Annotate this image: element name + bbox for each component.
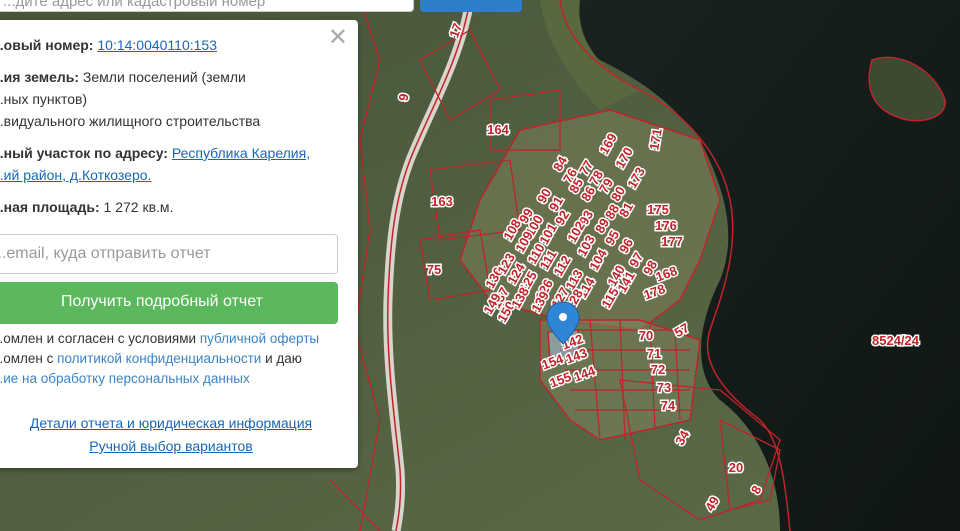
category-row: ...ия земель: Земли поселений (земли [0, 66, 332, 88]
map-pin-dot [559, 313, 567, 321]
search-button[interactable] [420, 0, 522, 12]
parcel-label: 176 [655, 218, 677, 233]
parcel-label: 74 [661, 398, 676, 413]
parcel-label: 73 [657, 380, 671, 395]
parcel-label: 20 [729, 460, 743, 475]
email-field[interactable]: ...email, куда отправить отчет [0, 234, 338, 274]
parcel-label: 75 [427, 262, 441, 277]
category-value-2: ...ных пунктов) [0, 91, 88, 107]
details-link-row: Детали отчета и юридическая информация [0, 415, 350, 431]
area-label: 8524/24 [872, 333, 920, 348]
details-link[interactable]: Детали отчета и юридическая информация [30, 415, 312, 431]
terms-row-1: ...омлен и согласен с условиями публично… [0, 328, 332, 350]
category-label: ...ия земель: [0, 69, 80, 85]
terms-text-2: ...омлен с [0, 351, 54, 366]
parcel-label: 163 [431, 194, 453, 209]
address-row-2: ...ий район, д.Коткозеро. [0, 164, 332, 186]
terms-text-1: ...омлен и согласен с условиями [0, 331, 197, 346]
parcel-label: 177 [661, 234, 683, 249]
manual-selection-link[interactable]: Ручной выбор вариантов [89, 438, 253, 454]
category-row-2: ...ных пунктов) [0, 88, 332, 110]
category-value-3: ...видуального жилищного строительства [0, 113, 261, 129]
cadastral-row: ...овый номер: 10:14:0040110:153 [0, 34, 332, 56]
parcel-label: 71 [647, 346, 661, 361]
area-value: 1 272 кв.м. [103, 199, 174, 215]
parcel-label: 70 [639, 328, 653, 343]
cadastral-number-link[interactable]: 10:14:0040110:153 [97, 37, 217, 53]
info-panel: ✕ ...овый номер: 10:14:0040110:153 ...ия… [0, 20, 358, 468]
consent-link[interactable]: ...ие на обработку персональных данных [0, 371, 250, 386]
category-row-3: ...видуального жилищного строительства [0, 110, 332, 132]
area-row: ...ная площадь: 1 272 кв.м. [0, 196, 332, 218]
get-report-button[interactable]: Получить подробный отчет [0, 282, 338, 324]
address-link-2[interactable]: ...ий район, д.Коткозеро. [0, 167, 151, 183]
privacy-link[interactable]: политикой конфиденциальности [57, 351, 261, 366]
parcel-label: 72 [651, 362, 665, 377]
manual-link-row: Ручной выбор вариантов [0, 438, 350, 454]
address-label: ...ный участок по адресу: [0, 145, 168, 161]
offer-link[interactable]: публичной оферты [200, 331, 319, 346]
category-value: Земли поселений (земли [82, 69, 246, 85]
terms-text-3: и даю [265, 351, 302, 366]
terms-row-3: ...ие на обработку персональных данных [0, 368, 332, 390]
parcel-label: 175 [647, 202, 669, 217]
parcel-label: 164 [487, 122, 509, 137]
address-link[interactable]: Республика Карелия, [172, 145, 310, 161]
address-row: ...ный участок по адресу: Республика Кар… [0, 142, 332, 164]
cadastral-label: ...овый номер: [0, 37, 94, 53]
area-label: ...ная площадь: [0, 199, 100, 215]
search-input[interactable]: ...дите адрес или кадастровый номер [0, 0, 414, 12]
terms-row-2: ...омлен с политикой конфиденциальности … [0, 348, 332, 370]
